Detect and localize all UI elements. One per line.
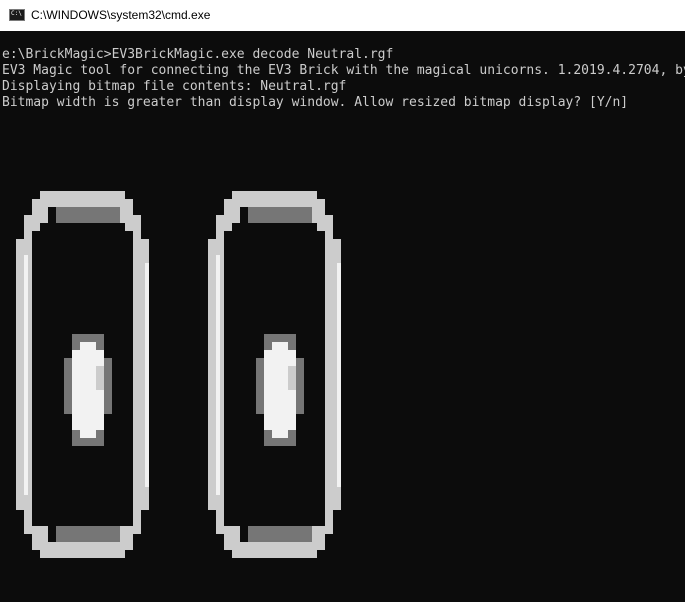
left-eye-shade [56, 207, 120, 223]
right-eye-highlight [216, 255, 220, 495]
left-eye-highlight [145, 263, 149, 487]
left-eye-inside [48, 510, 117, 526]
right-eye-pupil [272, 342, 288, 438]
title-bar[interactable]: C:\ C:\WINDOWS\system32\cmd.exe [0, 0, 685, 31]
right-eye-bitmap [208, 191, 341, 558]
right-eye-pupil-glint [288, 366, 296, 390]
left-eye-pupil-glint [96, 366, 104, 390]
left-eye-highlight [24, 255, 28, 495]
left-eye-shade [56, 526, 120, 542]
console-output[interactable]: e:\BrickMagic>EV3BrickMagic.exe decode N… [0, 31, 685, 602]
left-eye-inside [48, 223, 117, 239]
right-eye-shade [248, 526, 312, 542]
left-eye-pupil [80, 342, 96, 438]
right-eye-inside [240, 510, 309, 526]
left-eye-outline-top [40, 191, 125, 207]
left-eye-bitmap [16, 191, 149, 558]
right-eye-inside [240, 223, 309, 239]
left-eye-outline-bottom [40, 542, 125, 558]
right-eye-shade [248, 207, 312, 223]
window-title: C:\WINDOWS\system32\cmd.exe [31, 8, 211, 22]
bitmap-display [16, 191, 341, 558]
right-eye-outline-top [232, 191, 317, 207]
cmd-app-icon[interactable]: C:\ [9, 9, 25, 21]
right-eye-highlight [337, 263, 341, 487]
right-eye-outline-bottom [232, 542, 317, 558]
